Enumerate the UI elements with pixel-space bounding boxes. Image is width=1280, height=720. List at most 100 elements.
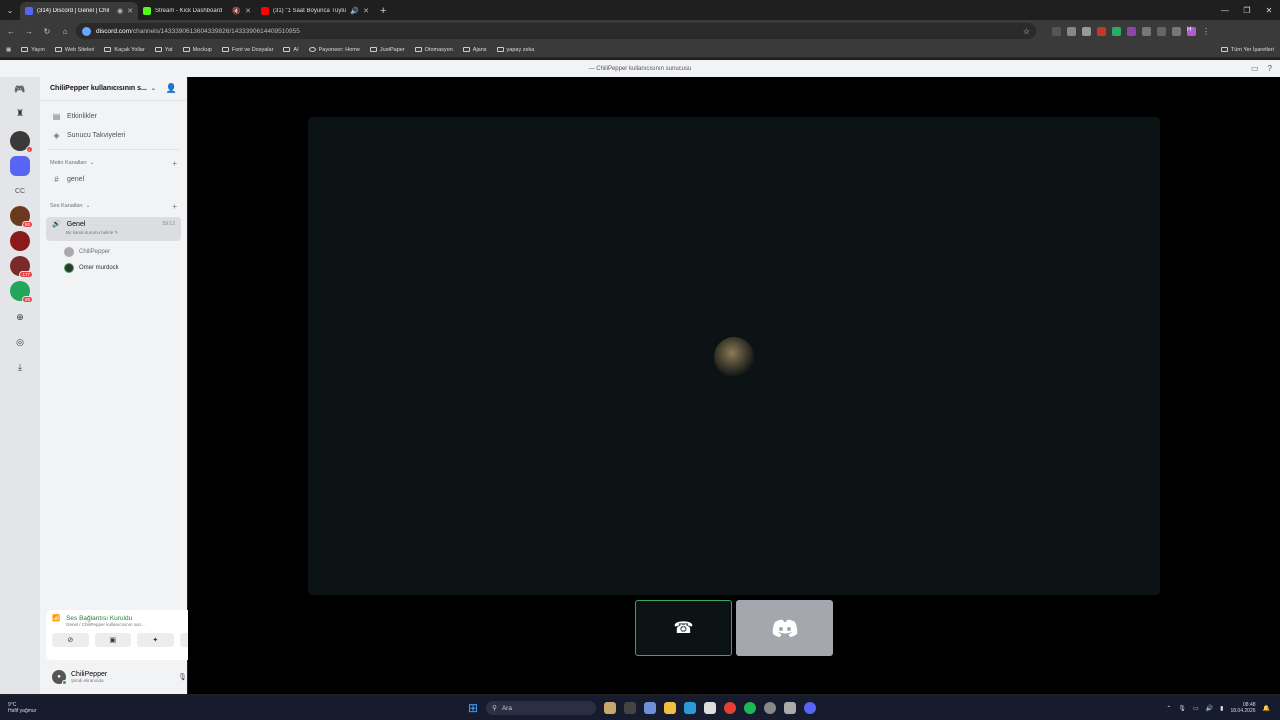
participant-thumbnail[interactable] <box>736 600 833 656</box>
extension-icon[interactable] <box>1052 26 1061 36</box>
mute-icon[interactable]: 🔇 <box>232 7 241 15</box>
site-info-icon[interactable] <box>82 26 91 36</box>
close-tab-icon[interactable]: ✕ <box>127 7 133 15</box>
bookmark-folder[interactable]: Kaçak Yollar <box>104 47 145 53</box>
screen-share-button[interactable]: ▣ <box>94 633 131 647</box>
direct-messages-icon[interactable]: 🎮 <box>10 79 30 99</box>
sidebar-item-events[interactable]: ▤ Etkinlikler <box>40 107 187 126</box>
extension-icon[interactable] <box>1067 26 1076 36</box>
voice-channel-genel[interactable]: 🔊 Genel 59:12 Bir kanal durumu belirle ✎ <box>46 217 181 241</box>
browser-tab-youtube[interactable]: (31) "1 Saat Boyunca Tüylü 🔊 ✕ <box>256 2 374 20</box>
apps-icon[interactable]: ▦ <box>6 47 11 53</box>
settings-icon[interactable] <box>784 702 797 714</box>
channel-status[interactable]: Bir kanal durumu belirle ✎ <box>66 230 175 236</box>
menu-icon[interactable]: ⋮ <box>1202 27 1210 36</box>
taskbar-search[interactable]: ⚲ Ara <box>486 701 597 715</box>
tray-overflow-icon[interactable]: ⌃ <box>1166 705 1171 712</box>
focused-participant-tile[interactable] <box>308 117 1160 595</box>
create-channel-icon[interactable]: + <box>172 159 177 168</box>
bookmark-star-icon[interactable]: ☆ <box>1023 27 1030 36</box>
battery-icon[interactable]: ▮ <box>1220 705 1223 712</box>
extension-icon[interactable] <box>1127 26 1136 36</box>
create-channel-icon[interactable]: + <box>172 202 177 211</box>
bookmark-folder[interactable]: Otomasyon <box>414 47 453 53</box>
profile-avatar[interactable]: H <box>1187 26 1196 36</box>
extension-icon[interactable] <box>1082 26 1091 36</box>
invite-people-icon[interactable]: 👤 <box>166 83 177 94</box>
bookmark-folder[interactable]: Font ve Dosyalar <box>221 47 273 53</box>
notifications-icon[interactable]: 🔔 <box>1263 705 1270 712</box>
server-icon[interactable]: 50 <box>10 206 33 228</box>
participant-thumbnail-speaking[interactable]: ☎ <box>635 600 732 656</box>
server-icon[interactable]: • <box>10 131 33 153</box>
bookmark-folder[interactable]: Ajans <box>462 47 487 53</box>
server-icon[interactable]: 99 <box>10 281 33 303</box>
extension-icon[interactable] <box>1097 26 1106 36</box>
bookmark-folder[interactable]: Yayın <box>21 47 45 53</box>
forward-icon[interactable]: → <box>22 27 36 36</box>
voice-member[interactable]: ChiliPepper <box>40 244 187 260</box>
microphone-icon[interactable]: 🎙 <box>178 673 187 681</box>
audio-playing-icon[interactable]: 🔊 <box>350 7 359 15</box>
close-tab-icon[interactable]: ✕ <box>245 7 251 15</box>
avatar[interactable]: ● <box>52 670 67 685</box>
home-icon[interactable]: ⌂ <box>58 27 72 36</box>
app-icon[interactable] <box>644 702 657 714</box>
reload-icon[interactable]: ↻ <box>40 27 54 36</box>
camera-off-button[interactable]: ⊘ <box>52 633 89 647</box>
new-tab-button[interactable]: + <box>374 2 392 20</box>
bookmark-folder[interactable]: Yat <box>154 47 173 53</box>
app-icon[interactable] <box>764 702 777 714</box>
spotify-icon[interactable] <box>744 702 757 714</box>
browser-tab-kick[interactable]: Stream - Kick Dashboard 🔇 ✕ <box>138 2 256 20</box>
address-bar[interactable]: discord.com/channels/1433390613604339826… <box>76 23 1036 39</box>
bookmark-link[interactable]: Payoneer: Home <box>308 47 360 53</box>
server-icon[interactable]: ♜ <box>10 103 30 123</box>
windows-start-icon[interactable]: ⊞ <box>468 701 478 715</box>
bookmark-folder[interactable]: AI <box>283 47 299 53</box>
weather-widget[interactable]: 9°C Hafif yağmur <box>8 702 36 714</box>
volume-icon[interactable]: 🔊 <box>1206 705 1213 712</box>
browser-tab-discord[interactable]: (314) Discord | Genel | Chil ◉ ✕ <box>20 2 138 20</box>
store-icon[interactable] <box>704 702 717 714</box>
sidebar-item-boosts[interactable]: ◈ Sunucu Takviyeleri <box>40 126 187 145</box>
server-icon[interactable]: 177 <box>10 256 33 278</box>
microphone-icon[interactable]: 🎙 <box>1178 705 1186 712</box>
bookmark-folder[interactable]: Mockup <box>182 47 212 53</box>
back-icon[interactable]: ← <box>4 27 18 36</box>
signal-icon[interactable]: 📶 <box>52 614 60 622</box>
bookmark-folder[interactable]: yapay zeka <box>496 47 534 53</box>
server-header[interactable]: ChiliPepper kullanıcısının s... ⌄ 👤 <box>40 77 187 101</box>
all-bookmarks[interactable]: Tüm Yer İşaretleri <box>1220 47 1274 53</box>
task-view-icon[interactable] <box>624 702 637 714</box>
maximize-icon[interactable]: ❐ <box>1236 0 1258 20</box>
extension-icon[interactable] <box>1142 26 1151 36</box>
inbox-icon[interactable]: ▭ <box>1251 64 1259 73</box>
bookmark-folder[interactable]: JustPaper <box>369 47 405 53</box>
discover-icon[interactable]: ◎ <box>10 332 30 352</box>
current-server-icon[interactable] <box>10 156 30 176</box>
bookmark-folder[interactable]: Web Siteleri <box>54 47 94 53</box>
activities-button[interactable]: ✦ <box>137 633 174 647</box>
network-icon[interactable]: ▭ <box>1193 705 1199 712</box>
server-icon[interactable]: CC <box>10 181 30 201</box>
tab-search-button[interactable]: ⌄ <box>0 0 20 20</box>
close-tab-icon[interactable]: ✕ <box>363 7 369 15</box>
discord-taskbar-icon[interactable] <box>804 702 817 714</box>
sidepanel-icon[interactable] <box>1172 26 1181 36</box>
voice-member[interactable]: Omer murdock <box>40 260 187 276</box>
add-server-icon[interactable]: ⊕ <box>10 307 30 327</box>
server-icon[interactable] <box>10 231 30 251</box>
category-text-channels[interactable]: Metin Kanalları ⌄ + <box>40 156 187 170</box>
file-explorer-icon[interactable] <box>664 702 677 714</box>
help-icon[interactable]: ? <box>1268 64 1272 73</box>
download-icon[interactable]: ⤓ <box>10 357 30 377</box>
channel-genel[interactable]: # genel <box>40 170 187 189</box>
app-icon[interactable] <box>604 702 617 714</box>
clock[interactable]: 08:48 18.04.2026 <box>1230 702 1255 714</box>
edge-icon[interactable] <box>684 702 697 714</box>
close-window-icon[interactable]: ✕ <box>1258 0 1280 20</box>
extension-icon[interactable] <box>1112 26 1121 36</box>
minimize-icon[interactable]: — <box>1214 0 1236 20</box>
voice-connected-label[interactable]: Ses Bağlantısı Kuruldu <box>66 615 132 622</box>
